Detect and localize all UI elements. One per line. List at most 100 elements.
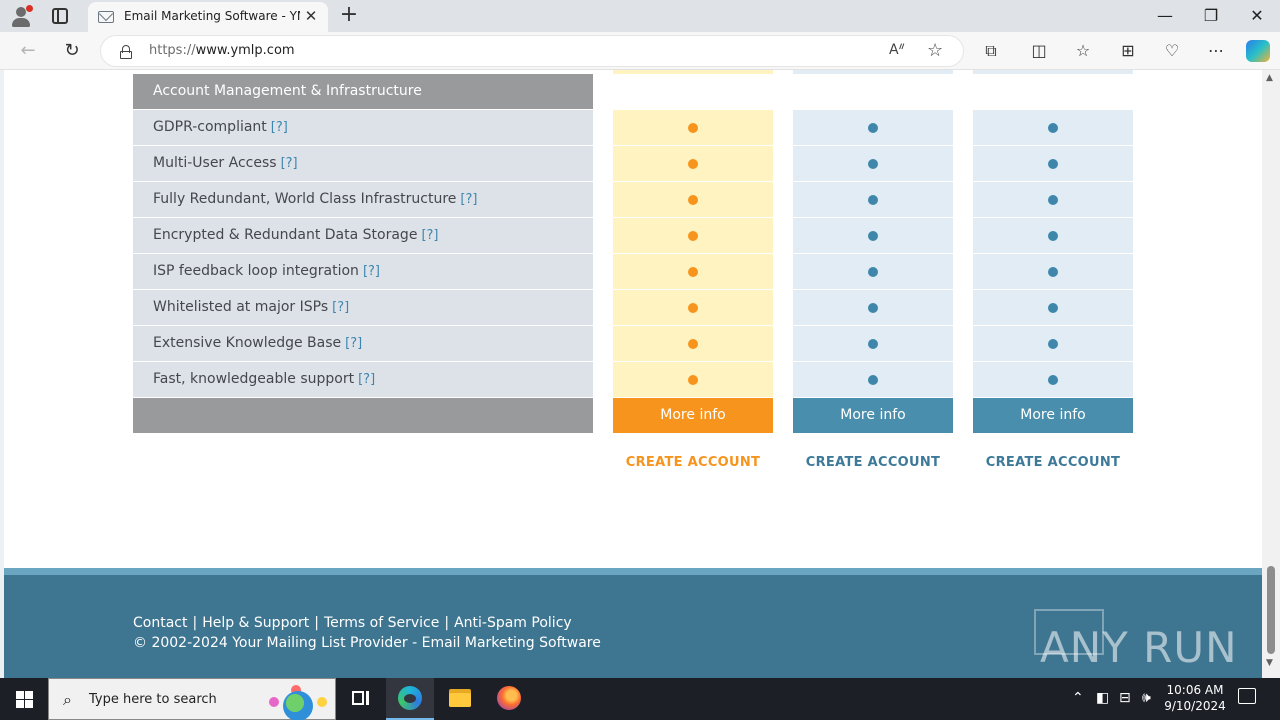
create-account-link[interactable]: CREATE ACCOUNT bbox=[793, 455, 953, 470]
feature-name: Multi-User Access bbox=[153, 155, 277, 171]
plan-feature-cell bbox=[973, 182, 1133, 217]
plan-feature-cell bbox=[973, 290, 1133, 325]
edge-taskbar-icon[interactable] bbox=[386, 678, 434, 720]
feature-row: GDPR-compliant [?] bbox=[133, 110, 593, 145]
more-info-button[interactable]: More info bbox=[613, 398, 773, 433]
footer-link-anti-spam[interactable]: Anti-Spam Policy bbox=[454, 615, 572, 631]
feature-help-link[interactable]: [?] bbox=[421, 228, 438, 243]
maximize-button[interactable]: ❐ bbox=[1188, 4, 1234, 28]
vertical-scrollbar[interactable]: ▲ ▼ bbox=[1262, 70, 1280, 678]
close-tab-button[interactable]: ✕ bbox=[302, 7, 320, 25]
plan-feature-cell bbox=[613, 146, 773, 181]
browser-essentials-icon[interactable]: ♡ bbox=[1161, 40, 1183, 62]
back-arrow-icon[interactable]: ← bbox=[16, 39, 40, 63]
plan-feature-cell bbox=[793, 182, 953, 217]
feature-row: Fully Redundant, World Class Infrastruct… bbox=[133, 182, 593, 217]
feature-name: Whitelisted at major ISPs bbox=[153, 299, 329, 315]
browser-tab-bar: Email Marketing Software - YMLP ✕ + — ❐ … bbox=[0, 0, 1280, 32]
plan-feature-cell bbox=[973, 362, 1133, 397]
file-explorer-icon[interactable] bbox=[436, 678, 484, 720]
feature-help-link[interactable]: [?] bbox=[363, 264, 380, 279]
split-screen-icon[interactable]: ◫ bbox=[1028, 40, 1050, 62]
feature-help-link[interactable]: [?] bbox=[332, 300, 349, 315]
network-icon[interactable]: ⊟ bbox=[1119, 690, 1131, 706]
feature-label: Encrypted & Redundant Data Storage [?] bbox=[153, 218, 438, 253]
included-dot-icon bbox=[688, 339, 698, 349]
feature-label: Fast, knowledgeable support [?] bbox=[153, 362, 375, 397]
copyright-text: © 2002-2024 Your Mailing List Provider -… bbox=[133, 635, 601, 651]
refresh-icon[interactable]: ↻ bbox=[60, 39, 84, 63]
feature-row: Extensive Knowledge Base [?] bbox=[133, 326, 593, 361]
tab-actions-icon[interactable] bbox=[52, 8, 68, 24]
included-dot-icon bbox=[868, 339, 878, 349]
included-dot-icon bbox=[1048, 267, 1058, 277]
feature-label: GDPR-compliant [?] bbox=[153, 110, 288, 145]
feature-help-link[interactable]: [?] bbox=[460, 192, 477, 207]
feature-help-link[interactable]: [?] bbox=[271, 120, 288, 135]
create-account-link[interactable]: CREATE ACCOUNT bbox=[973, 455, 1133, 470]
lock-icon[interactable] bbox=[120, 45, 132, 59]
collections-icon[interactable]: ⊞ bbox=[1117, 40, 1139, 62]
feature-name: GDPR-compliant bbox=[153, 119, 267, 135]
close-window-button[interactable]: ✕ bbox=[1234, 4, 1280, 28]
copilot-icon[interactable] bbox=[1246, 40, 1270, 62]
taskbar-search-input[interactable]: ⌕ Type here to search bbox=[48, 678, 336, 720]
plan-feature-cell bbox=[613, 182, 773, 217]
windows-start-icon[interactable] bbox=[0, 678, 48, 720]
task-view-icon[interactable] bbox=[336, 678, 384, 720]
feature-name: Extensive Knowledge Base bbox=[153, 335, 342, 351]
watermark-text: ANY RUN bbox=[1040, 623, 1238, 672]
footer-link-contact[interactable]: Contact bbox=[133, 615, 187, 631]
favorites-icon[interactable]: ☆ bbox=[1072, 40, 1094, 62]
more-menu-icon[interactable]: ⋯ bbox=[1205, 40, 1227, 62]
feature-help-link[interactable]: [?] bbox=[358, 372, 375, 387]
scrollbar-thumb[interactable] bbox=[1267, 566, 1275, 654]
feature-help-link[interactable]: [?] bbox=[345, 336, 362, 351]
browser-tab-active[interactable]: Email Marketing Software - YMLP ✕ bbox=[88, 2, 328, 32]
included-dot-icon bbox=[1048, 231, 1058, 241]
firefox-icon[interactable] bbox=[485, 678, 533, 720]
more-info-button[interactable]: More info bbox=[793, 398, 953, 433]
footer-link-help[interactable]: Help & Support bbox=[202, 615, 309, 631]
minimize-button[interactable]: — bbox=[1142, 4, 1188, 28]
taskbar-clock[interactable]: 10:06 AM 9/10/2024 bbox=[1162, 682, 1228, 714]
clock-time: 10:06 AM bbox=[1166, 683, 1224, 697]
more-info-button[interactable]: More info bbox=[973, 398, 1133, 433]
included-dot-icon bbox=[868, 303, 878, 313]
scroll-up-icon[interactable]: ▲ bbox=[1266, 73, 1273, 83]
plan-feature-cell bbox=[613, 110, 773, 145]
included-dot-icon bbox=[1048, 375, 1058, 385]
read-aloud-icon[interactable]: Aᐥ bbox=[889, 42, 905, 58]
url-field[interactable]: https://www.ymlp.com Aᐥ ☆ bbox=[100, 35, 964, 67]
favorite-star-icon[interactable]: ☆ bbox=[927, 40, 943, 61]
new-tab-button[interactable]: + bbox=[338, 4, 360, 26]
column-top-edge bbox=[613, 70, 773, 74]
page-viewport: Account Management & Infrastructure GDPR… bbox=[0, 70, 1280, 678]
search-highlight-icon bbox=[261, 685, 331, 720]
feature-label: Fully Redundant, World Class Infrastruct… bbox=[153, 182, 477, 217]
notification-icon[interactable] bbox=[1238, 688, 1256, 704]
plan-feature-cell bbox=[793, 326, 953, 361]
footer-links: Contact | Help & Support | Terms of Service |… bbox=[133, 615, 572, 631]
meet-now-icon[interactable]: ◧ bbox=[1096, 690, 1109, 706]
profile-icon[interactable] bbox=[10, 5, 33, 27]
scroll-down-icon[interactable]: ▼ bbox=[1266, 658, 1273, 668]
included-dot-icon bbox=[688, 375, 698, 385]
plan-feature-cell bbox=[613, 254, 773, 289]
feature-label: ISP feedback loop integration [?] bbox=[153, 254, 380, 289]
footer-link-terms[interactable]: Terms of Service bbox=[324, 615, 439, 631]
extensions-icon[interactable]: ⧉ bbox=[980, 40, 1002, 62]
plan-feature-cell bbox=[613, 218, 773, 253]
create-account-link[interactable]: CREATE ACCOUNT bbox=[613, 455, 773, 470]
included-dot-icon bbox=[868, 231, 878, 241]
tray-chevron-icon[interactable]: ⌃ bbox=[1072, 690, 1084, 706]
plan-feature-cell bbox=[973, 254, 1133, 289]
volume-icon[interactable]: 🕪 bbox=[1142, 690, 1151, 706]
included-dot-icon bbox=[1048, 123, 1058, 133]
included-dot-icon bbox=[1048, 339, 1058, 349]
included-dot-icon bbox=[688, 231, 698, 241]
included-dot-icon bbox=[868, 375, 878, 385]
feature-help-link[interactable]: [?] bbox=[281, 156, 298, 171]
included-dot-icon bbox=[868, 267, 878, 277]
included-dot-icon bbox=[688, 267, 698, 277]
